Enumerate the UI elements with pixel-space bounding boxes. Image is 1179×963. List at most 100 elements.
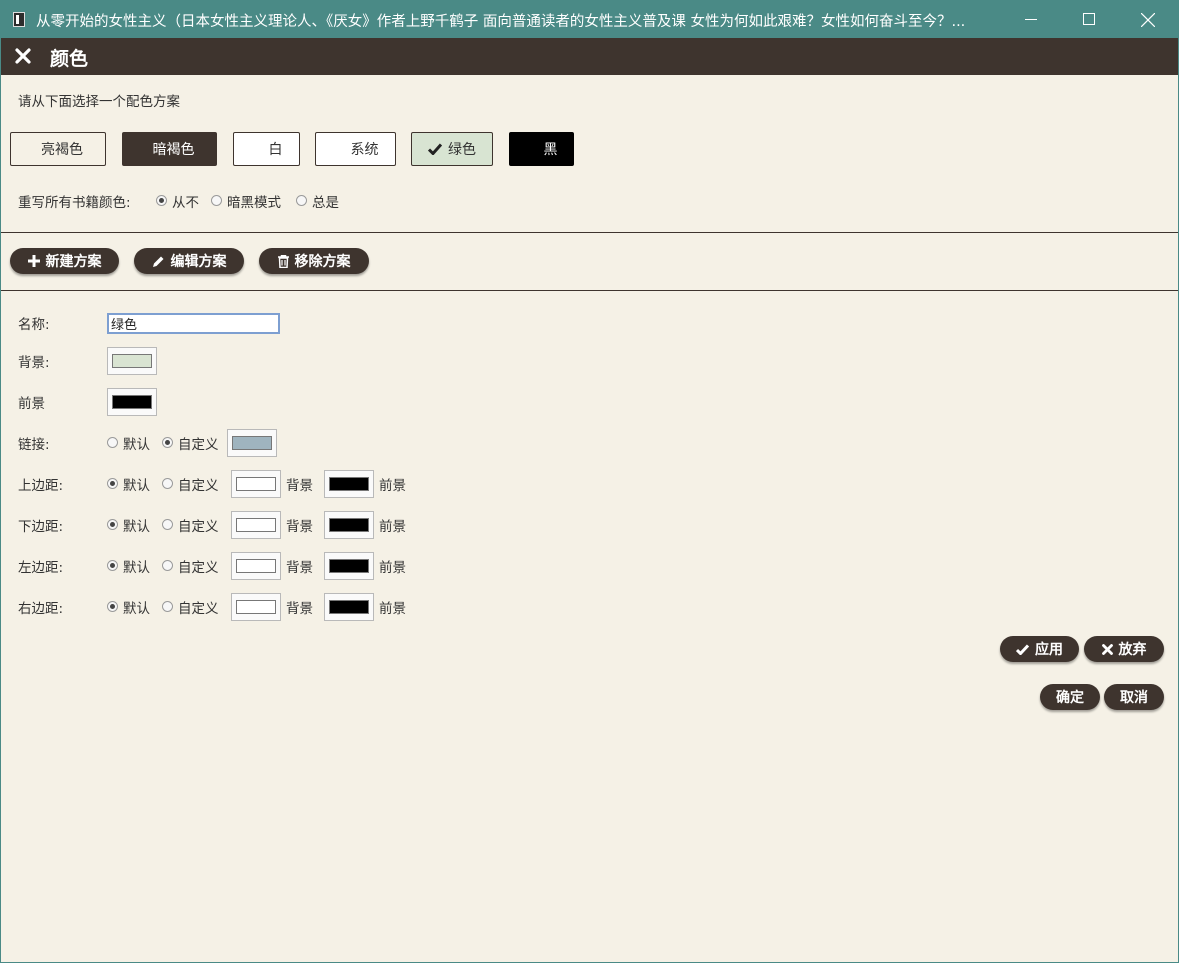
remove-scheme-button[interactable]: 移除方案 xyxy=(259,248,369,274)
default-label: 默认 xyxy=(123,478,150,494)
pencil-icon xyxy=(152,256,163,267)
custom-label: 自定义 xyxy=(178,437,219,453)
left-margin-default-radio[interactable] xyxy=(107,560,118,571)
name-label: 名称: xyxy=(18,317,50,333)
book-app-icon xyxy=(13,12,25,27)
foreground-color-swatch[interactable] xyxy=(107,388,157,416)
top-margin-bg-swatch[interactable] xyxy=(231,470,281,498)
remove-scheme-label: 移除方案 xyxy=(294,254,351,270)
minimize-icon xyxy=(1025,19,1037,20)
color-fill xyxy=(236,518,276,532)
top-margin-default-radio[interactable] xyxy=(107,478,118,489)
default-label: 默认 xyxy=(123,437,150,453)
scheme-green-button[interactable]: 绿色 xyxy=(411,132,493,166)
edit-scheme-label: 编辑方案 xyxy=(170,254,227,270)
close-window-button[interactable] xyxy=(1118,1,1176,38)
bg-word: 背景 xyxy=(286,601,313,617)
cancel-button[interactable]: 取消 xyxy=(1104,684,1164,710)
scheme-label: 暗褐色 xyxy=(152,142,195,158)
edit-scheme-button[interactable]: 编辑方案 xyxy=(134,248,244,274)
right-margin-bg-swatch[interactable] xyxy=(231,593,281,621)
scheme-label: 亮褐色 xyxy=(41,142,83,158)
divider xyxy=(1,232,1178,233)
plus-icon xyxy=(27,255,40,267)
custom-label: 自定义 xyxy=(178,560,219,576)
link-custom-radio[interactable] xyxy=(162,437,173,448)
override-dark-mode-label: 暗黑模式 xyxy=(227,195,281,211)
ok-button[interactable]: 确定 xyxy=(1040,684,1100,710)
default-label: 默认 xyxy=(123,560,150,576)
ok-label: 确定 xyxy=(1056,690,1084,706)
color-fill xyxy=(236,559,276,573)
scheme-black-button[interactable]: 黑 xyxy=(509,132,574,166)
discard-button[interactable]: 放弃 xyxy=(1084,636,1164,662)
cancel-label: 取消 xyxy=(1120,690,1148,706)
fg-word: 前景 xyxy=(379,560,406,576)
color-fill xyxy=(236,600,276,614)
maximize-button[interactable] xyxy=(1060,1,1118,38)
scheme-white-button[interactable]: 白 xyxy=(233,132,300,166)
bottom-margin-custom-radio[interactable] xyxy=(162,519,173,530)
left-margin-custom-radio[interactable] xyxy=(162,560,173,571)
discard-label: 放弃 xyxy=(1118,642,1147,658)
close-icon xyxy=(15,48,31,64)
bottom-margin-default-radio[interactable] xyxy=(107,519,118,530)
checkmark-icon xyxy=(1016,643,1029,655)
right-margin-fg-swatch[interactable] xyxy=(324,593,374,621)
fg-word: 前景 xyxy=(379,601,406,617)
close-icon xyxy=(1141,13,1155,27)
scheme-label: 黑 xyxy=(543,142,558,158)
bg-word: 背景 xyxy=(286,478,313,494)
color-fill xyxy=(329,477,369,491)
divider xyxy=(1,290,1178,291)
name-input[interactable] xyxy=(107,313,280,334)
custom-label: 自定义 xyxy=(178,519,219,535)
fg-word: 前景 xyxy=(379,478,406,494)
apply-label: 应用 xyxy=(1035,642,1063,658)
minimize-button[interactable] xyxy=(1002,1,1060,38)
link-default-radio[interactable] xyxy=(107,437,118,448)
scheme-dark-brown-button[interactable]: 暗褐色 xyxy=(122,132,217,166)
scheme-label: 白 xyxy=(268,142,283,158)
dialog-header: 颜色 xyxy=(1,38,1178,75)
override-never-label: 从不 xyxy=(172,195,199,211)
override-always-radio[interactable] xyxy=(296,195,307,206)
bottom-margin-bg-swatch[interactable] xyxy=(231,511,281,539)
override-dark-mode-radio[interactable] xyxy=(211,195,222,206)
link-label: 链接: xyxy=(18,437,50,453)
bg-word: 背景 xyxy=(286,560,313,576)
background-label: 背景: xyxy=(18,355,50,371)
scheme-light-brown-button[interactable]: 亮褐色 xyxy=(10,132,106,166)
left-margin-fg-swatch[interactable] xyxy=(324,552,374,580)
top-margin-fg-swatch[interactable] xyxy=(324,470,374,498)
bottom-margin-fg-swatch[interactable] xyxy=(324,511,374,539)
scheme-prompt: 请从下面选择一个配色方案 xyxy=(18,94,180,110)
color-fill xyxy=(236,477,276,491)
left-margin-bg-swatch[interactable] xyxy=(231,552,281,580)
window-title: 从零开始的女性主义（日本女性主义理论人、《厌女》作者上野千鹤子 面向普通读者的女… xyxy=(36,14,966,30)
top-margin-label: 上边距: xyxy=(18,478,64,494)
scheme-label: 系统 xyxy=(350,142,379,158)
left-margin-label: 左边距: xyxy=(18,560,64,576)
link-color-swatch[interactable] xyxy=(227,429,277,457)
bottom-margin-label: 下边距: xyxy=(18,519,64,535)
bg-word: 背景 xyxy=(286,519,313,535)
scheme-system-button[interactable]: 系统 xyxy=(315,132,396,166)
new-scheme-button[interactable]: 新建方案 xyxy=(10,248,119,274)
custom-label: 自定义 xyxy=(178,601,219,617)
close-icon xyxy=(1101,643,1113,655)
top-margin-custom-radio[interactable] xyxy=(162,478,173,489)
dialog-close-button[interactable] xyxy=(15,48,31,64)
color-fill xyxy=(112,354,152,368)
right-margin-label: 右边距: xyxy=(18,601,64,617)
checkmark-icon xyxy=(428,143,442,155)
override-never-radio[interactable] xyxy=(156,195,167,206)
right-margin-default-radio[interactable] xyxy=(107,601,118,612)
trash-icon xyxy=(277,254,289,268)
foreground-label: 前景 xyxy=(18,396,45,412)
background-color-swatch[interactable] xyxy=(107,347,157,375)
color-fill xyxy=(232,436,272,450)
dialog-title: 颜色 xyxy=(50,48,89,70)
apply-button[interactable]: 应用 xyxy=(1000,636,1079,662)
right-margin-custom-radio[interactable] xyxy=(162,601,173,612)
